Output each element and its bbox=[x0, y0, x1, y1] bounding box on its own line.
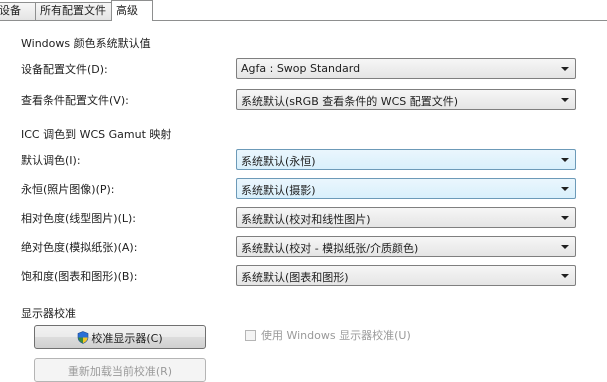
viewing-conditions-label: 查看条件配置文件(V): bbox=[21, 94, 129, 107]
default-rendering-value: 系统默认(永恒) bbox=[241, 155, 316, 168]
chevron-down-icon bbox=[561, 216, 569, 220]
reload-calibration-label: 重新加载当前校准(R) bbox=[67, 365, 173, 378]
tab-all-profiles[interactable]: 所有配置文件 bbox=[35, 2, 112, 20]
saturation-value: 系统默认(图表和图形) bbox=[241, 271, 349, 284]
relative-colorimetric-value: 系统默认(校对和线性图片) bbox=[241, 213, 371, 226]
perceptual-value: 系统默认(摄影) bbox=[241, 184, 316, 197]
tab-advanced[interactable]: 高级 bbox=[111, 0, 153, 21]
viewing-conditions-value: 系统默认(sRGB 查看条件的 WCS 配置文件) bbox=[241, 95, 459, 108]
gamut-mapping-heading: ICC 调色到 WCS Gamut 映射 bbox=[21, 128, 172, 141]
perceptual-label: 永恒(照片图像)(P): bbox=[21, 183, 115, 196]
device-profile-value: Agfa : Swop Standard bbox=[241, 62, 361, 75]
absolute-colorimetric-dropdown[interactable]: 系统默认(校对 - 模拟纸张/介质颜色) bbox=[236, 236, 576, 257]
absolute-colorimetric-label: 绝对色度(模拟纸张)(A): bbox=[21, 241, 138, 254]
advanced-panel: Windows 颜色系统默认值 设备配置文件(D): Agfa : Swop S… bbox=[0, 21, 607, 382]
calibrate-display-button[interactable]: 校准显示器(C) bbox=[34, 325, 206, 349]
calibration-heading: 显示器校准 bbox=[21, 307, 76, 320]
uac-shield-icon bbox=[78, 331, 89, 344]
tab-strip: 设备 所有配置文件 高级 bbox=[0, 0, 607, 21]
chevron-down-icon bbox=[561, 245, 569, 249]
chevron-down-icon bbox=[561, 67, 569, 71]
relative-colorimetric-label: 相对色度(线型图片)(L): bbox=[21, 212, 136, 225]
default-rendering-label: 默认调色(I): bbox=[21, 154, 81, 167]
device-profile-label: 设备配置文件(D): bbox=[21, 63, 108, 76]
saturation-label: 饱和度(图表和图形)(B): bbox=[21, 270, 138, 283]
reload-calibration-button[interactable]: 重新加载当前校准(R) bbox=[34, 358, 206, 382]
tab-device[interactable]: 设备 bbox=[0, 2, 36, 20]
saturation-dropdown[interactable]: 系统默认(图表和图形) bbox=[236, 265, 576, 286]
chevron-down-icon bbox=[561, 274, 569, 278]
use-windows-calibration-checkbox[interactable] bbox=[245, 330, 256, 341]
windows-defaults-heading: Windows 颜色系统默认值 bbox=[21, 37, 151, 50]
absolute-colorimetric-value: 系统默认(校对 - 模拟纸张/介质颜色) bbox=[241, 242, 419, 255]
calibrate-display-label: 校准显示器(C) bbox=[91, 332, 163, 345]
relative-colorimetric-dropdown[interactable]: 系统默认(校对和线性图片) bbox=[236, 207, 576, 228]
default-rendering-dropdown[interactable]: 系统默认(永恒) bbox=[236, 149, 576, 170]
chevron-down-icon bbox=[561, 98, 569, 102]
use-windows-calibration-label: 使用 Windows 显示器校准(U) bbox=[261, 329, 411, 342]
chevron-down-icon bbox=[561, 158, 569, 162]
viewing-conditions-dropdown[interactable]: 系统默认(sRGB 查看条件的 WCS 配置文件) bbox=[236, 89, 576, 110]
chevron-down-icon bbox=[561, 187, 569, 191]
perceptual-dropdown[interactable]: 系统默认(摄影) bbox=[236, 178, 576, 199]
use-windows-calibration-row[interactable]: 使用 Windows 显示器校准(U) bbox=[245, 327, 411, 343]
device-profile-dropdown[interactable]: Agfa : Swop Standard bbox=[236, 58, 576, 79]
